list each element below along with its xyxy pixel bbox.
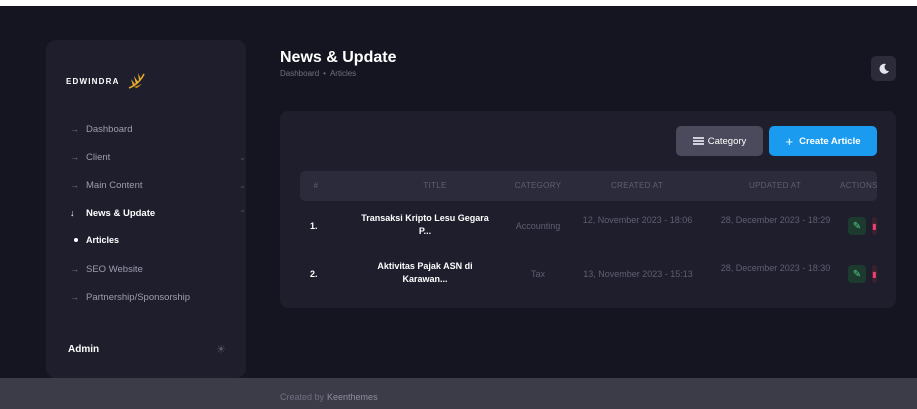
column-header-actions: ACTIONS xyxy=(840,181,878,190)
article-updated-at: 28, December 2023 - 18:29 xyxy=(720,215,831,225)
pencil-icon: ✎ xyxy=(852,268,862,280)
logo-text: EDWINDRA xyxy=(66,76,120,86)
arrow-right-icon: → xyxy=(70,124,79,134)
sidebar-item-label: News & Update xyxy=(86,207,156,219)
page-title: News & Update xyxy=(280,49,397,66)
edit-button[interactable]: ✎ xyxy=(848,217,866,235)
chevron-up-icon: ⌃ xyxy=(239,208,246,218)
arrow-down-icon: ↓ xyxy=(70,208,75,218)
table-row: 1. Transaksi Kripto Lesu Gegara P... Acc… xyxy=(300,206,877,246)
edit-button[interactable]: ✎ xyxy=(848,265,866,283)
arrow-right-icon: → xyxy=(70,264,79,274)
bullet-icon xyxy=(74,238,78,242)
arrow-right-icon: → xyxy=(70,152,79,162)
article-created-at: 13, November 2023 - 15:13 xyxy=(583,269,693,279)
sidebar-subitem-label: Articles xyxy=(86,235,120,245)
sidebar-item-seo-website[interactable]: → SEO Website xyxy=(70,261,143,277)
footer-credit: Created by Keenthemes xyxy=(280,392,378,402)
articles-card: Category + Create Article # TITLE CATEGO… xyxy=(280,111,896,308)
category-button-label: Category xyxy=(707,135,747,147)
sidebar-subitem-articles[interactable]: Articles xyxy=(74,235,119,245)
table-header: # TITLE CATEGORY CREATED AT UPDATED AT A… xyxy=(300,171,877,201)
breadcrumb-separator: • xyxy=(323,69,326,78)
arrow-right-icon: → xyxy=(70,292,79,302)
footer: Created by Keenthemes xyxy=(0,378,917,409)
sidebar-item-label: Partnership/Sponsorship xyxy=(86,291,191,303)
sidebar-item-news-update[interactable]: ↓ News & Update ⌃ xyxy=(70,205,246,221)
breadcrumb-item: Articles xyxy=(329,69,357,78)
delete-button[interactable]: ▮ xyxy=(872,217,877,235)
row-number: 1. xyxy=(310,221,318,231)
sidebar-item-label: Main Content xyxy=(86,179,143,191)
sidebar-item-partnership[interactable]: → Partnership/Sponsorship xyxy=(70,289,190,305)
chevron-down-icon: ⌄ xyxy=(239,152,246,162)
column-header-created: CREATED AT xyxy=(610,181,664,190)
sidebar-item-label: Client xyxy=(86,151,111,163)
sidebar: EDWINDRA → Dashboard → Client ⌄ → Main C… xyxy=(46,40,246,378)
footer-brand-link[interactable]: Keenthemes xyxy=(327,392,378,402)
trash-icon: ▮ xyxy=(872,269,877,279)
sidebar-item-main-content[interactable]: → Main Content ⌄ xyxy=(70,177,246,193)
row-number: 2. xyxy=(310,269,318,279)
sidebar-item-label: Dashboard xyxy=(86,123,133,135)
column-header-category: CATEGORY xyxy=(514,181,562,190)
top-strip xyxy=(0,0,917,6)
sidebar-item-dashboard[interactable]: → Dashboard xyxy=(70,121,132,137)
menu-icon xyxy=(692,137,704,145)
user-name[interactable]: Admin xyxy=(68,344,99,355)
article-created-at: 12, November 2023 - 18:06 xyxy=(582,215,693,225)
breadcrumb-item[interactable]: Dashboard xyxy=(280,69,319,78)
column-header-number: # xyxy=(313,181,319,190)
plus-icon: + xyxy=(785,133,794,149)
chevron-down-icon: ⌄ xyxy=(239,180,246,190)
trash-icon: ▮ xyxy=(872,221,877,231)
breadcrumb: Dashboard • Articles xyxy=(280,69,356,78)
delete-button[interactable]: ▮ xyxy=(872,265,877,283)
create-article-label: Create Article xyxy=(799,135,861,147)
wheat-logo-icon xyxy=(128,73,145,89)
sidebar-item-label: SEO Website xyxy=(86,263,143,275)
column-header-title: TITLE xyxy=(423,181,447,190)
article-updated-at: 28, December 2023 - 18:30 xyxy=(720,263,831,273)
create-article-button[interactable]: + Create Article xyxy=(769,126,877,156)
moon-icon xyxy=(879,63,889,74)
table-row: 2. Aktivitas Pajak ASN di Karawan... Tax… xyxy=(300,254,877,294)
article-title[interactable]: Transaksi Kripto Lesu Gegara P... xyxy=(355,212,495,238)
article-category: Tax xyxy=(530,269,545,279)
sidebar-item-client[interactable]: → Client ⌄ xyxy=(70,149,246,165)
arrow-right-icon: → xyxy=(70,180,79,190)
article-category: Accounting xyxy=(515,221,561,231)
sun-icon[interactable]: ☀ xyxy=(216,343,226,356)
article-title[interactable]: Aktivitas Pajak ASN di Karawan... xyxy=(355,260,495,286)
category-button[interactable]: Category xyxy=(676,126,763,156)
column-header-updated: UPDATED AT xyxy=(748,181,802,190)
footer-prefix: Created by xyxy=(280,392,325,402)
pencil-icon: ✎ xyxy=(852,220,862,232)
logo[interactable]: EDWINDRA xyxy=(66,70,148,92)
theme-toggle-button[interactable] xyxy=(871,56,896,81)
